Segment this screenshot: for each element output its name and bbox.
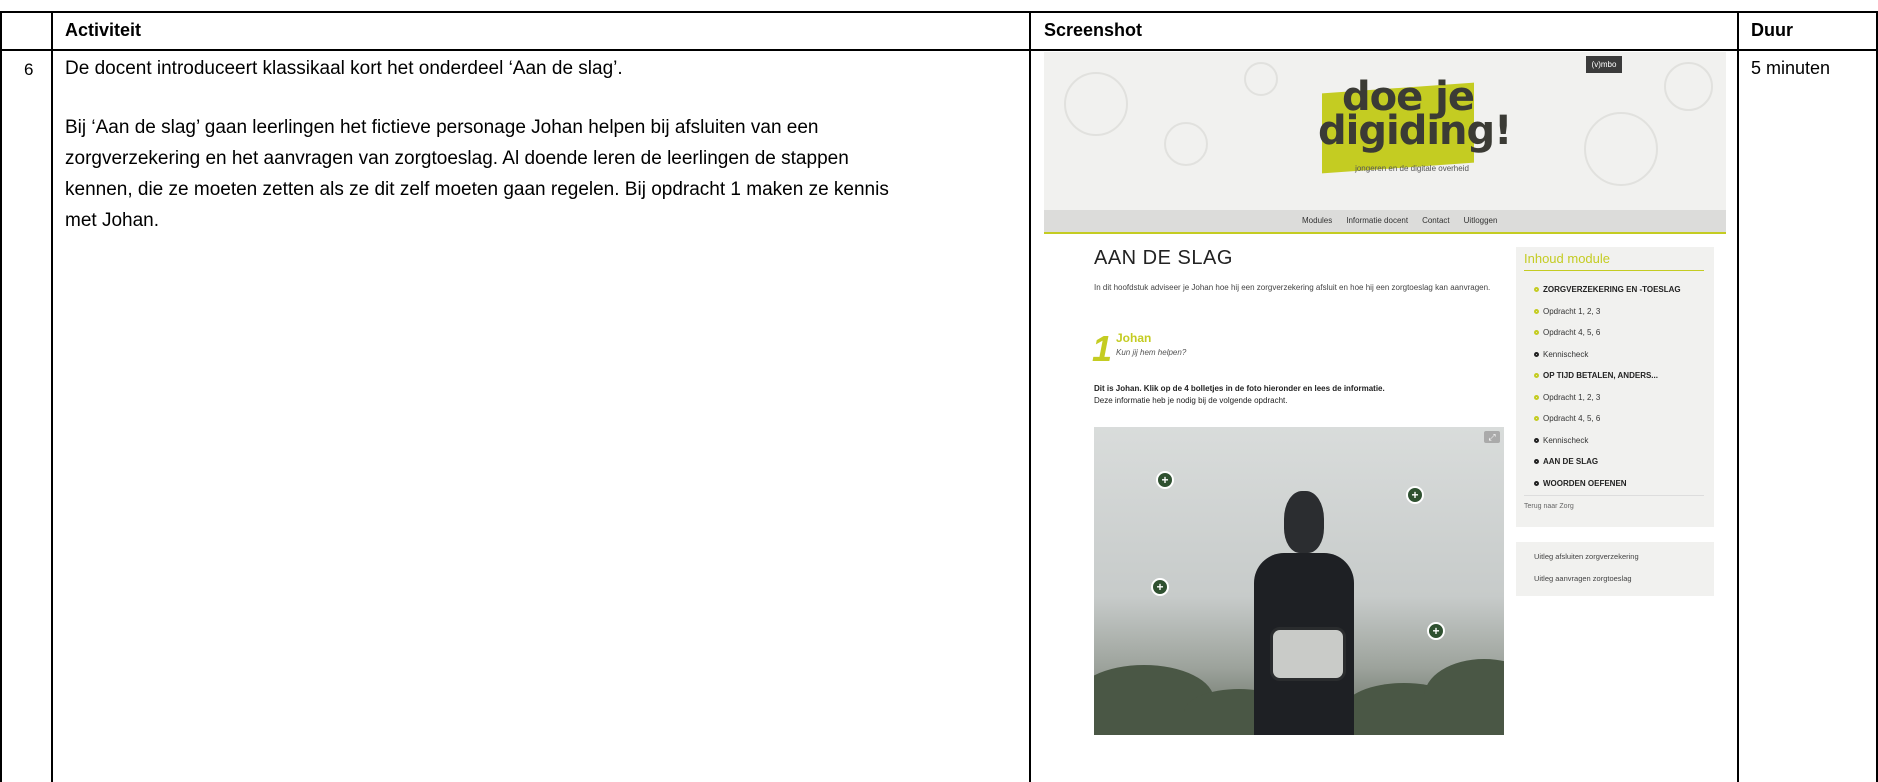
hotspot-plus-icon[interactable]: +	[1151, 578, 1169, 596]
instruction-text: Dit is Johan. Klik op de 4 bolletjes in …	[1094, 383, 1494, 407]
header-screenshot: Screenshot	[1044, 20, 1143, 40]
doodle-decoration	[1164, 122, 1208, 166]
level-badge[interactable]: (v)mbo	[1586, 56, 1622, 73]
bullet-icon	[1534, 459, 1539, 465]
module-sidebar: Inhoud module ZORGVERZEKERING EN -TOESLA…	[1516, 247, 1714, 527]
nav-modules[interactable]: Modules	[1302, 210, 1332, 232]
sidebar-item[interactable]: Opdracht 4, 5, 6	[1534, 408, 1710, 430]
nav-uitloggen[interactable]: Uitloggen	[1464, 210, 1498, 232]
site-logo[interactable]: doe je digiding!	[1318, 77, 1512, 154]
intro-text: In dit hoofdstuk adviseer je Johan hoe h…	[1094, 283, 1491, 292]
sidebar-item[interactable]: Kennischeck	[1534, 430, 1710, 452]
sidebar-divider	[1524, 495, 1704, 496]
bullet-icon	[1534, 351, 1539, 357]
page-title: AAN DE SLAG	[1094, 247, 1233, 269]
col-border-3	[1029, 11, 1031, 782]
duration-value: 5 minuten	[1751, 58, 1831, 78]
tree-silhouette	[1424, 659, 1504, 735]
nav-contact[interactable]: Contact	[1422, 210, 1450, 232]
site-header: (v)mbo doe je digiding! jongeren en de d…	[1044, 52, 1726, 210]
site-nav: Modules Informatie docent Contact Uitlog…	[1044, 210, 1726, 234]
sidebar-item[interactable]: ZORGVERZEKERING EN -TOESLAG	[1534, 279, 1710, 301]
bullet-icon	[1534, 416, 1539, 422]
paragraph-line: kennen, die ze moeten zetten als ze dit …	[65, 179, 889, 200]
johan-photo: ⤢ + + + +	[1094, 427, 1504, 735]
step-title: Johan	[1116, 331, 1152, 345]
bullet-icon	[1534, 437, 1539, 443]
bullet-icon	[1534, 287, 1539, 293]
link-afsluiten-zorgverzekering[interactable]: Uitleg afsluiten zorgverzekering	[1534, 552, 1639, 561]
explanation-links: Uitleg afsluiten zorgverzekering Uitleg …	[1516, 542, 1714, 596]
bullet-icon	[1534, 330, 1539, 336]
website-screenshot: (v)mbo doe je digiding! jongeren en de d…	[1044, 52, 1726, 782]
doodle-decoration	[1244, 62, 1278, 96]
doodle-decoration	[1584, 112, 1658, 186]
paragraph-line: zorgverzekering en het aanvragen van zor…	[65, 148, 849, 169]
activity-paragraph-2: Bij ‘Aan de slag’ gaan leerlingen het fi…	[65, 112, 1025, 236]
hotspot-plus-icon[interactable]: +	[1406, 486, 1424, 504]
nav-informatie-docent[interactable]: Informatie docent	[1346, 210, 1408, 232]
instruction-bold: Dit is Johan. Klik op de 4 bolletjes in …	[1094, 384, 1385, 393]
doodle-decoration	[1064, 72, 1128, 136]
step-number: 1	[1092, 328, 1113, 369]
col-border-2	[51, 11, 53, 782]
step-subtitle: Kun jij hem helpen?	[1116, 348, 1187, 357]
back-link[interactable]: Terug naar Zorg	[1524, 503, 1574, 510]
doodle-decoration	[1664, 62, 1713, 111]
bullet-icon	[1534, 308, 1539, 314]
person-head	[1284, 491, 1324, 553]
person-bag	[1270, 627, 1346, 681]
sidebar-item[interactable]: Opdracht 1, 2, 3	[1534, 387, 1710, 409]
sidebar-item[interactable]: Opdracht 4, 5, 6	[1534, 322, 1710, 344]
sidebar-item[interactable]: Kennischeck	[1534, 344, 1710, 366]
col-border-4	[1737, 11, 1739, 782]
header-activity: Activiteit	[65, 20, 142, 40]
link-aanvragen-zorgtoeslag[interactable]: Uitleg aanvragen zorgtoeslag	[1534, 574, 1632, 583]
activity-paragraph-1: De docent introduceert klassikaal kort h…	[65, 58, 623, 79]
table-top-border	[0, 11, 1878, 13]
sidebar-divider	[1524, 270, 1704, 271]
bullet-icon	[1534, 394, 1539, 400]
logo-tagline: jongeren en de digitale overheid	[1355, 164, 1469, 173]
paragraph-line: met Johan.	[65, 210, 159, 231]
expand-icon[interactable]: ⤢	[1484, 431, 1500, 443]
sidebar-list: ZORGVERZEKERING EN -TOESLAG Opdracht 1, …	[1534, 279, 1710, 494]
header-bottom-border	[0, 49, 1878, 51]
sidebar-item[interactable]: OP TIJD BETALEN, ANDERS...	[1534, 365, 1710, 387]
sidebar-item[interactable]: AAN DE SLAG	[1534, 451, 1710, 473]
paragraph-line: Bij ‘Aan de slag’ gaan leerlingen het fi…	[65, 117, 819, 138]
hotspot-plus-icon[interactable]: +	[1427, 622, 1445, 640]
col-border-1	[0, 11, 2, 782]
row-number: 6	[24, 60, 34, 79]
bullet-icon	[1534, 480, 1539, 486]
hotspot-plus-icon[interactable]: +	[1156, 471, 1174, 489]
logo-line: digiding!	[1318, 108, 1512, 154]
instruction-normal: Deze informatie heb je nodig bij de volg…	[1094, 396, 1288, 405]
sidebar-title: Inhoud module	[1524, 251, 1611, 266]
header-duration: Duur	[1751, 20, 1793, 40]
sidebar-item[interactable]: Opdracht 1, 2, 3	[1534, 301, 1710, 323]
sidebar-item[interactable]: WOORDEN OEFENEN	[1534, 473, 1710, 495]
bullet-icon	[1534, 373, 1539, 379]
